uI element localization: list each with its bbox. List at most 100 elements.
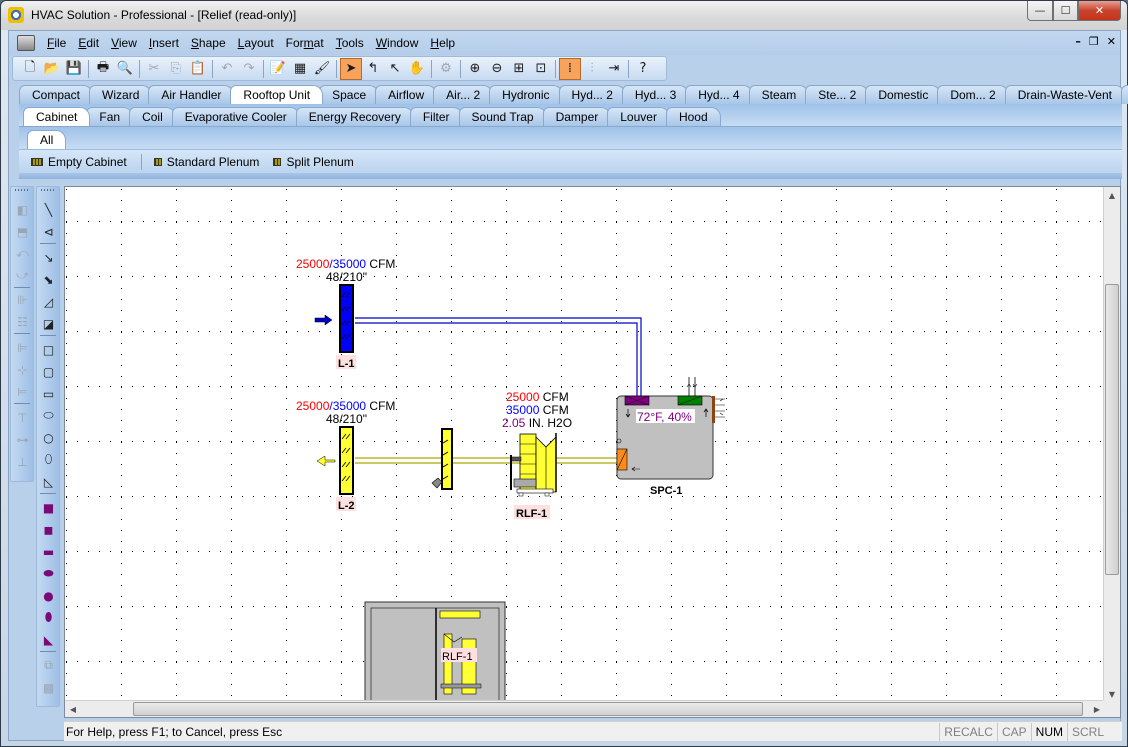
subtab-hood[interactable]: Hood xyxy=(665,107,721,126)
maximize-button[interactable]: ☐ xyxy=(1053,1,1078,21)
tab-drain-waste-vent[interactable]: Drain-Waste-Vent xyxy=(1004,85,1125,104)
horizontal-scrollbar[interactable]: ◀ ▶ xyxy=(65,700,1105,717)
pie-tool-icon[interactable]: ◺ xyxy=(40,473,57,490)
vertical-scrollbar[interactable]: ▲ ▼ xyxy=(1103,187,1120,702)
mdi-minimize-button[interactable]: – xyxy=(1075,35,1081,48)
subtab-filter[interactable]: Filter xyxy=(409,107,463,126)
new-icon[interactable]: 🗋 xyxy=(19,58,41,80)
scroll-left-icon[interactable]: ◀ xyxy=(65,701,81,717)
ellipse-tool-icon[interactable]: ⬯ xyxy=(40,451,57,468)
format-painter-icon[interactable]: 🖌 xyxy=(311,58,333,80)
tab-rooftop-unit[interactable]: Rooftop Unit xyxy=(230,85,324,104)
minimize-button[interactable]: — xyxy=(1027,1,1053,21)
subtab-cabinet[interactable]: Cabinet xyxy=(23,107,91,126)
menu-view[interactable]: View xyxy=(107,36,145,50)
menu-window[interactable]: Window xyxy=(372,36,427,50)
tab-hydronic[interactable]: Hydronic xyxy=(489,85,563,104)
menu-insert[interactable]: Insert xyxy=(145,36,187,50)
print-icon[interactable]: 🖶 xyxy=(92,58,114,80)
tab-wizard[interactable]: Wizard xyxy=(89,85,153,104)
subtab-energy-recovery[interactable]: Energy Recovery xyxy=(295,107,414,126)
filled-curve-tool-icon[interactable]: ◪ xyxy=(40,315,57,332)
snap-icon[interactable]: ⫶ xyxy=(581,58,603,80)
text-align-icon[interactable]: ⇥ xyxy=(603,58,625,80)
filled-pie-tool-icon[interactable]: ◣ xyxy=(40,631,57,648)
zoom-in-icon[interactable]: ⊕ xyxy=(464,58,486,80)
zoom-out-icon[interactable]: ⊖ xyxy=(486,58,508,80)
mdi-close-button[interactable]: ✕ xyxy=(1107,35,1116,48)
shape-standard-plenum[interactable]: Standard Plenum xyxy=(153,155,259,169)
menu-format[interactable]: Format xyxy=(282,36,332,50)
undo-icon[interactable]: ↶ xyxy=(216,58,238,80)
pointer-icon[interactable]: ➤ xyxy=(340,57,362,80)
tab-ste-2[interactable]: Ste... 2 xyxy=(805,85,870,104)
subtab-damper[interactable]: Damper xyxy=(542,107,612,126)
mdi-restore-button[interactable]: ❐ xyxy=(1089,35,1099,48)
subtab-fan[interactable]: Fan xyxy=(86,107,134,126)
zoom-fit-icon[interactable]: ⊞ xyxy=(508,58,530,80)
rounded-rectangle-tool-icon[interactable]: ⬭ xyxy=(40,407,57,424)
menu-help[interactable]: Help xyxy=(426,36,463,50)
subtab-evaporative-cooler[interactable]: Evaporative Cooler xyxy=(171,107,300,126)
filled-ellipse-tool-icon[interactable]: ⬮ xyxy=(40,609,57,626)
distribute-middle-icon[interactable]: ⊶ xyxy=(14,431,31,448)
calculator-icon[interactable]: ▦ xyxy=(289,58,311,80)
center-vertical-icon[interactable]: ☷ xyxy=(14,313,31,330)
send-back-icon[interactable]: ⤺ xyxy=(14,245,31,262)
redo-icon[interactable]: ↷ xyxy=(238,58,260,80)
group-shapes-icon[interactable]: ⧉ xyxy=(40,657,57,674)
filled-rounded-rectangle-tool-icon[interactable]: ⬬ xyxy=(40,565,57,582)
filter-tab-all[interactable]: All xyxy=(27,130,67,149)
polyline-tool-icon[interactable]: ⊲ xyxy=(40,223,57,240)
shape-empty-cabinet[interactable]: Empty Cabinet xyxy=(31,155,127,169)
tab-refrig[interactable]: Refrig xyxy=(1120,85,1128,104)
distribute-top-icon[interactable]: ⊤ xyxy=(14,409,31,426)
menu-edit[interactable]: Edit xyxy=(74,36,107,50)
vertical-scroll-thumb[interactable] xyxy=(1105,284,1119,575)
tab-steam[interactable]: Steam xyxy=(748,85,810,104)
grid-icon[interactable]: ⁞ xyxy=(559,57,581,80)
tab-compact[interactable]: Compact xyxy=(19,85,94,104)
filled-arrow-line-icon[interactable]: ⬊ xyxy=(40,271,57,288)
line-connector-icon[interactable]: ↖ xyxy=(384,58,406,80)
cut-icon[interactable]: ✂ xyxy=(143,58,165,80)
distribute-bottom-icon[interactable]: ⊥ xyxy=(14,453,31,470)
line-tool-icon[interactable]: ╲ xyxy=(40,201,57,218)
square-tool-icon[interactable]: □ xyxy=(40,341,57,358)
properties-icon[interactable]: 📝 xyxy=(267,58,289,80)
rectangle-tool-icon[interactable]: ▭ xyxy=(40,385,57,402)
pattern-fill-icon[interactable]: ▩ xyxy=(40,679,57,696)
menu-file[interactable]: File xyxy=(43,36,74,50)
curve-tool-icon[interactable]: ◿ xyxy=(40,293,57,310)
group-icon[interactable]: ⚙ xyxy=(435,58,457,80)
zoom-page-icon[interactable]: ⊡ xyxy=(530,58,552,80)
subtab-louver[interactable]: Louver xyxy=(607,107,670,126)
filled-square-tool-icon[interactable]: ■ xyxy=(40,499,57,516)
subtab-coil[interactable]: Coil xyxy=(129,107,176,126)
tab-air-2[interactable]: Air... 2 xyxy=(433,85,494,104)
tab-hyd-4[interactable]: Hyd... 4 xyxy=(685,85,753,104)
print-preview-icon[interactable]: 🔍 xyxy=(114,58,136,80)
shape-split-plenum[interactable]: Split Plenum xyxy=(273,155,354,169)
circle-tool-icon[interactable]: ○ xyxy=(40,429,57,446)
hvac-diagram[interactable]: 25000/35000 CFM 48/210" L-1 25000/35000 … xyxy=(65,187,1105,713)
pan-hand-icon[interactable]: ✋ xyxy=(406,58,428,80)
align-top-icon[interactable]: ⬒ xyxy=(14,223,31,240)
menu-layout[interactable]: Layout xyxy=(234,36,282,50)
context-help-icon[interactable]: ? xyxy=(632,58,654,80)
cabinet-plan[interactable]: RLF-1 xyxy=(364,601,506,713)
tab-dom-2[interactable]: Dom... 2 xyxy=(937,85,1009,104)
tab-airflow[interactable]: Airflow xyxy=(375,85,438,104)
tab-hyd-2[interactable]: Hyd... 2 xyxy=(558,85,626,104)
tab-air-handler[interactable]: Air Handler xyxy=(148,85,235,104)
tab-domestic[interactable]: Domestic xyxy=(865,85,942,104)
drawing-canvas[interactable]: 25000/35000 CFM 48/210" L-1 25000/35000 … xyxy=(64,186,1121,718)
connector-icon[interactable]: ↰ xyxy=(362,58,384,80)
bring-front-icon[interactable]: ⤻ xyxy=(14,267,31,284)
scroll-up-icon[interactable]: ▲ xyxy=(1104,187,1120,203)
copy-icon[interactable]: ⎘ xyxy=(165,58,187,80)
filled-circle-tool-icon[interactable]: ● xyxy=(40,587,57,604)
arrow-line-icon[interactable]: ↘ xyxy=(40,249,57,266)
close-button[interactable]: ✕ xyxy=(1078,1,1121,21)
menu-shape[interactable]: Shape xyxy=(187,36,234,50)
